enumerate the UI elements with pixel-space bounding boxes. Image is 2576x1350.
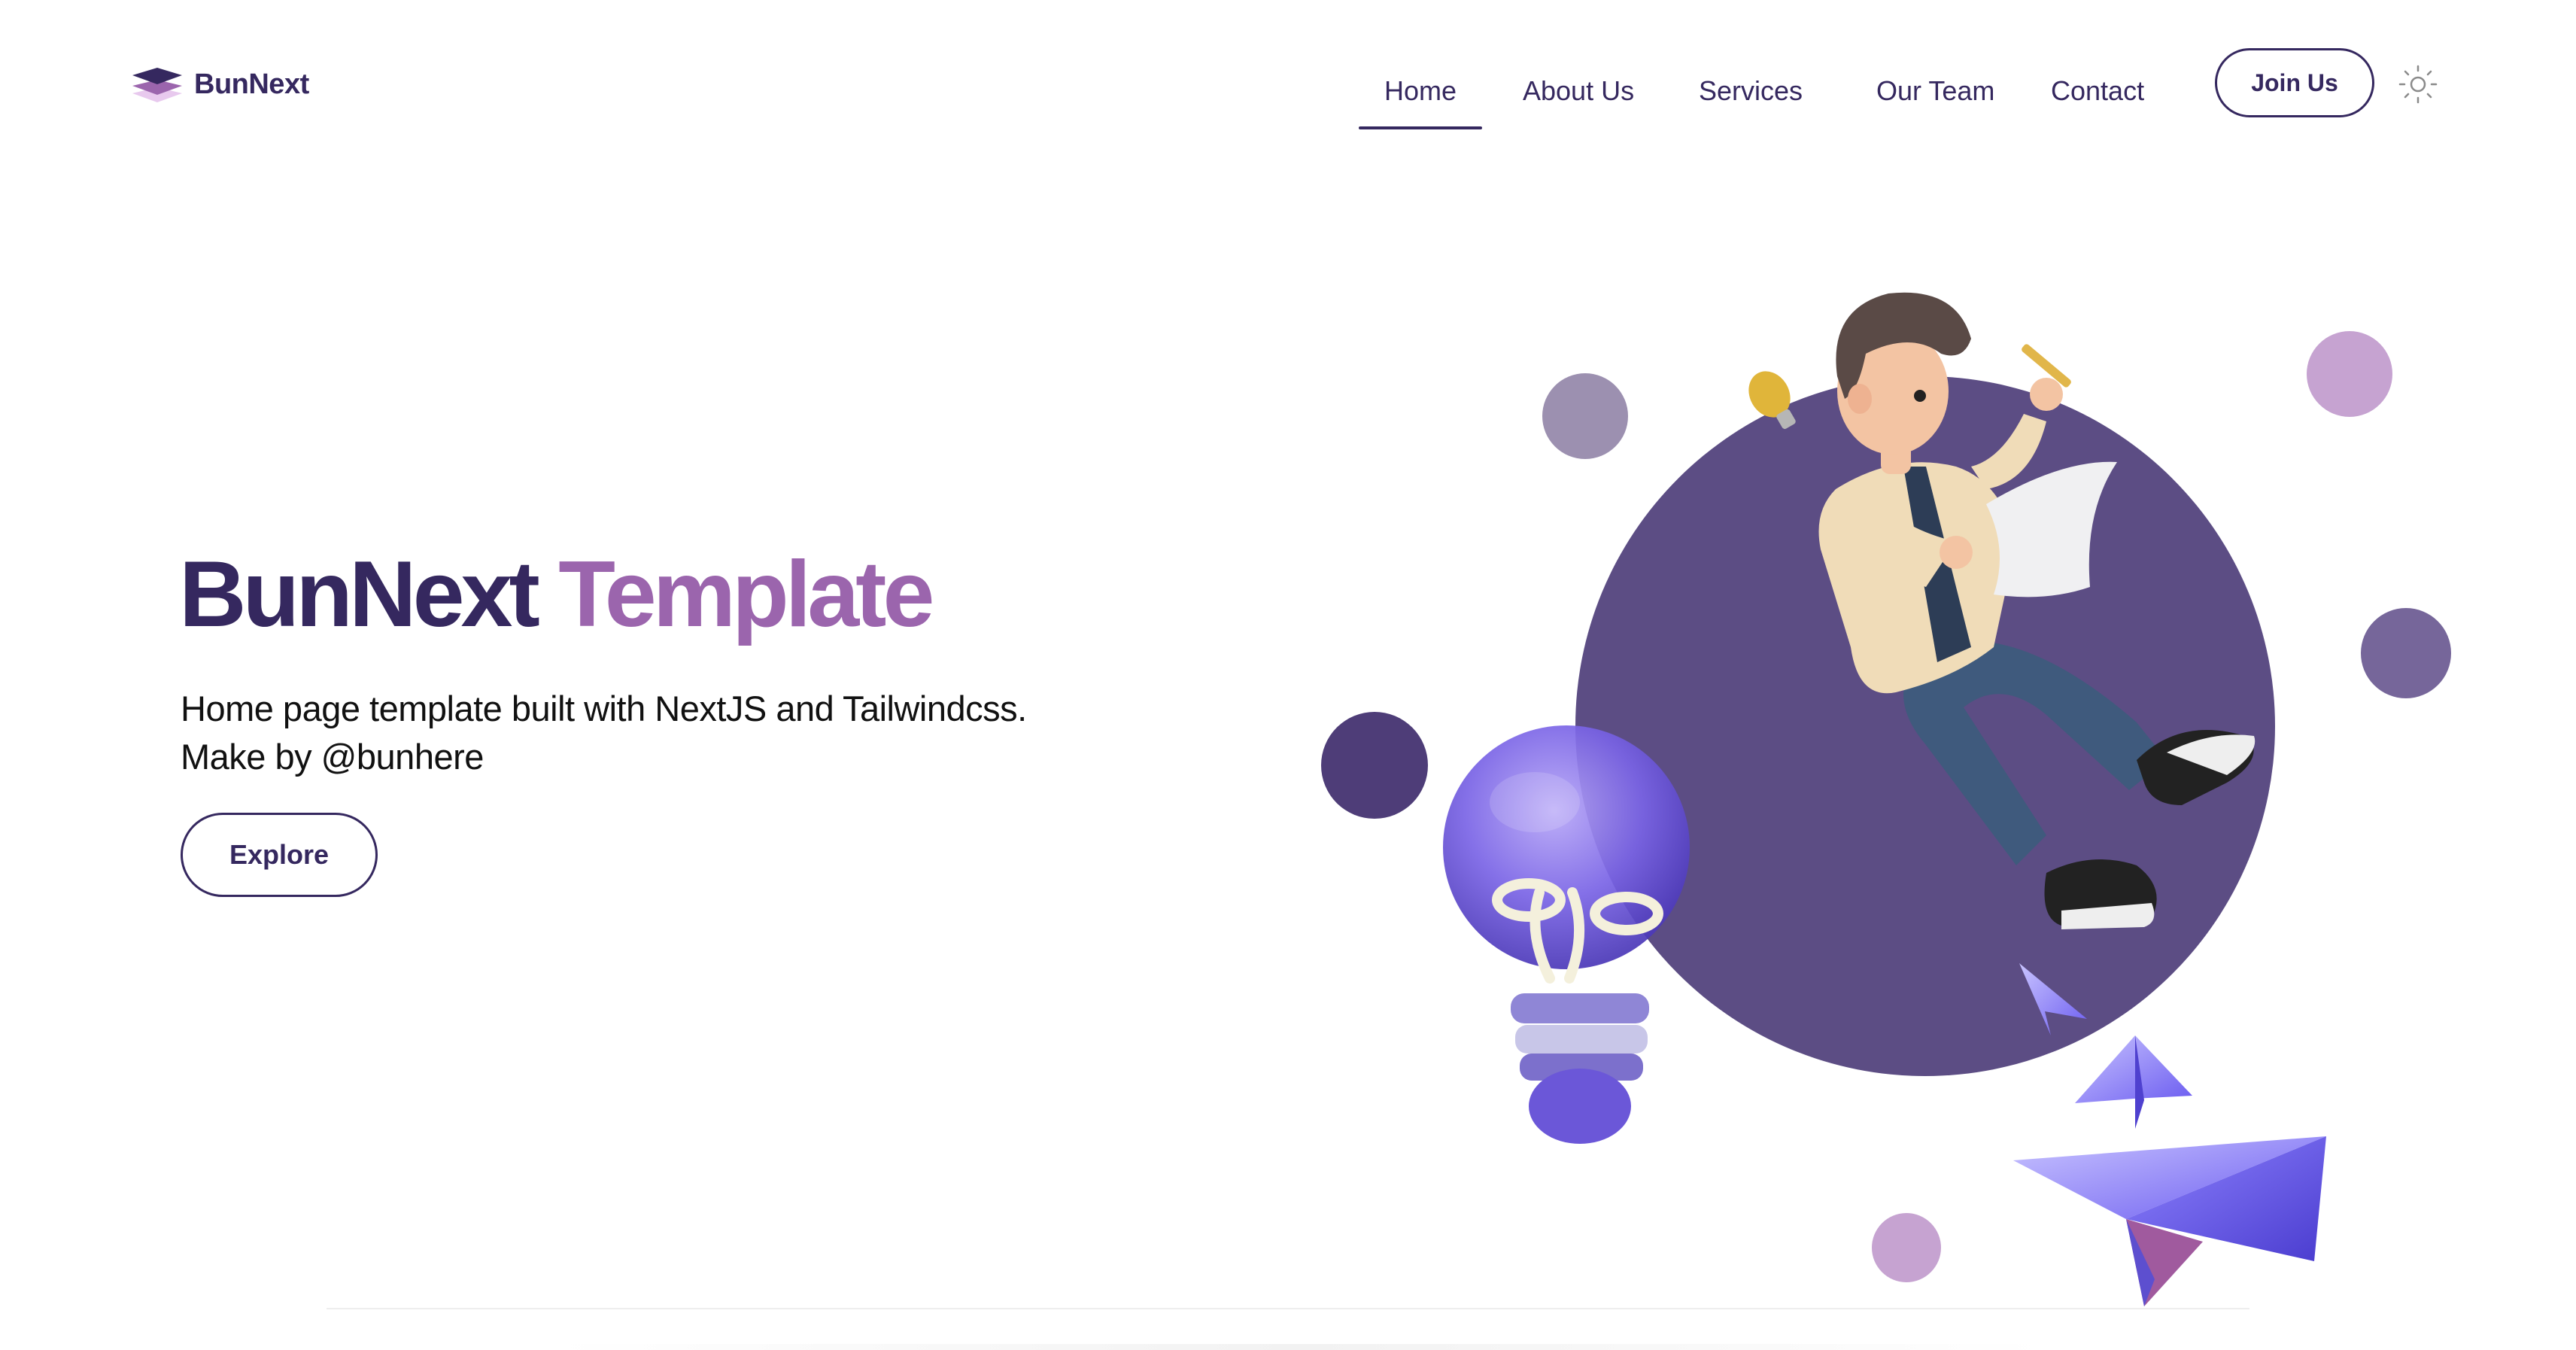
hero-title: BunNext Template [179,543,934,646]
decorative-dot [2361,608,2451,698]
hero-backdrop-circle [1575,376,2275,1076]
explore-button[interactable]: Explore [181,813,378,897]
hero-subtitle: Home page template built with NextJS and… [181,685,1027,781]
nav-services[interactable]: Services [1699,65,1803,117]
nav-home[interactable]: Home [1358,65,1483,129]
nav-our-team[interactable]: Our Team [1876,65,1994,117]
sun-icon[interactable] [2397,63,2439,105]
nav-contact[interactable]: Contact [2051,65,2144,117]
decorative-dot [1542,373,1628,459]
brand-logo[interactable]: BunNext [131,65,309,104]
paper-plane-medium-icon [2075,1035,2192,1129]
hero-title-brand: BunNext [179,543,540,646]
hero-title-accent: Template [558,543,934,646]
section-divider-shadow [557,1344,2046,1350]
decorative-dot [1872,1213,1941,1282]
hero-subtitle-line2: Make by @bunhere [181,737,484,777]
stacked-layers-icon [131,65,184,104]
nav-about-us[interactable]: About Us [1523,65,1634,117]
brand-name: BunNext [194,68,309,100]
paper-plane-large-icon [2013,1136,2326,1306]
decorative-dot [1321,712,1428,819]
hero-subtitle-line1: Home page template built with NextJS and… [181,689,1027,728]
decorative-dot [2307,331,2392,417]
section-divider [327,1308,2249,1309]
join-us-button[interactable]: Join Us [2215,48,2374,117]
